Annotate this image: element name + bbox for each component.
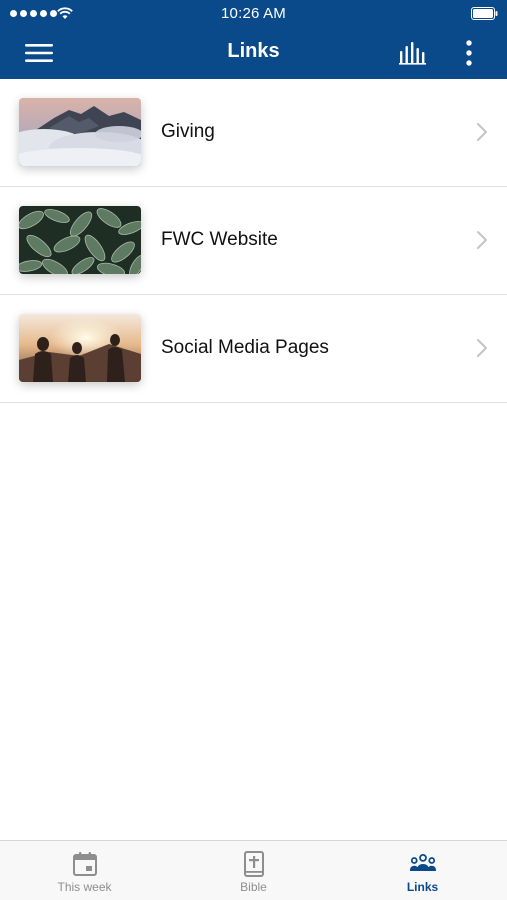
chevron-right-icon xyxy=(477,231,487,249)
page-title: Links xyxy=(227,40,280,62)
tab-links[interactable]: Links xyxy=(338,841,507,900)
vertical-ellipsis-icon xyxy=(466,40,472,66)
tab-bible[interactable]: Bible xyxy=(169,841,338,900)
audio-button[interactable] xyxy=(398,38,430,68)
tab-label: Bible xyxy=(240,880,267,894)
link-label: FWC Website xyxy=(161,229,278,250)
green-leaves-photo xyxy=(19,206,141,274)
link-label: Social Media Pages xyxy=(161,337,329,358)
mountain-clouds-photo xyxy=(19,98,141,166)
chevron-right-icon xyxy=(477,339,487,357)
nav-bar: Links xyxy=(0,28,507,79)
tab-bar: This week Bible Links xyxy=(0,840,507,900)
battery-icon xyxy=(471,7,498,20)
calendar-icon xyxy=(72,852,97,876)
tab-label: Links xyxy=(406,880,439,894)
tab-label: This week xyxy=(57,880,112,894)
tab-this-week[interactable]: This week xyxy=(0,841,169,900)
link-item-giving[interactable]: Giving xyxy=(0,79,507,187)
friends-sunset-photo xyxy=(19,314,141,382)
group-icon xyxy=(409,854,436,871)
link-item-social-media-pages[interactable]: Social Media Pages xyxy=(0,295,507,403)
status-bar: 10:26 AM xyxy=(0,0,507,28)
link-item-fwc-website[interactable]: FWC Website xyxy=(0,187,507,295)
more-options-button[interactable] xyxy=(453,38,485,68)
status-time: 10:26 AM xyxy=(221,5,286,22)
links-screen: 10:26 AM Links Giving FWC Website Social… xyxy=(0,0,507,900)
chevron-right-icon xyxy=(477,123,487,141)
link-label: Giving xyxy=(161,121,215,142)
links-list: Giving FWC Website Social Media Pages xyxy=(0,79,507,403)
audio-bars-icon xyxy=(399,42,426,65)
bible-icon xyxy=(243,851,264,877)
